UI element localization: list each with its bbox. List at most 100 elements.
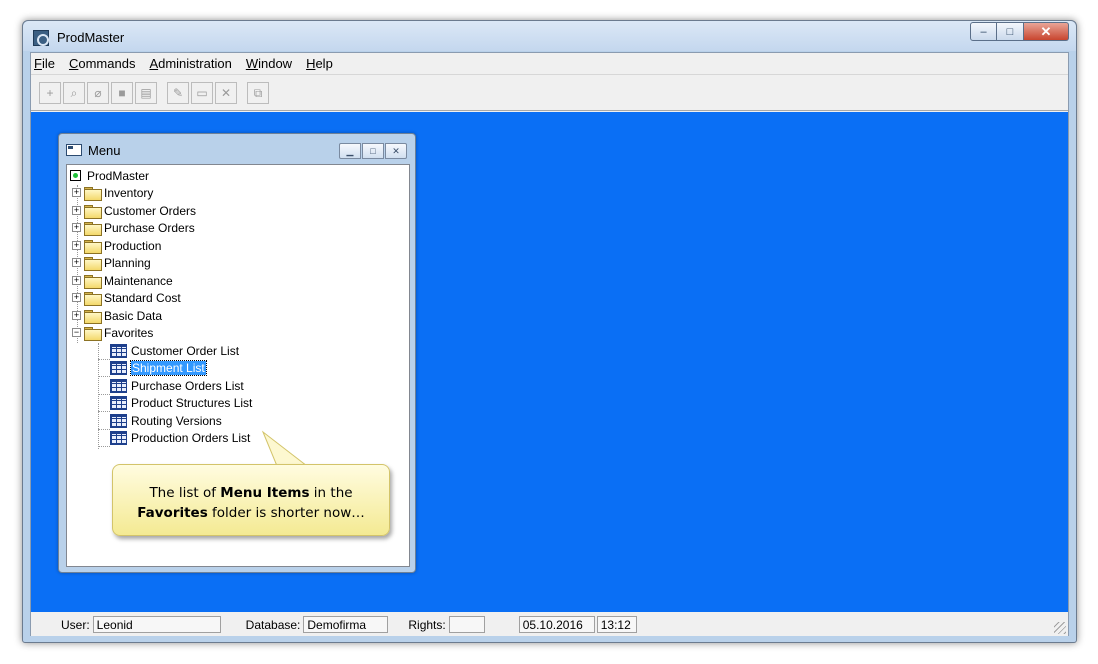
callout-text: in the: [309, 485, 353, 501]
time-value: 13:12: [596, 616, 637, 633]
toolbar: + ⌕ ⌀ ■ ▤ ✎ ▭ ✕ ⧉: [31, 76, 1068, 111]
status-bar: User: Leonid Database: Demofirma Rights:…: [31, 613, 1068, 636]
menu-window-title-bar[interactable]: Menu ▁ □ ✕: [59, 134, 415, 164]
tree-leaf-selected[interactable]: Shipment List: [110, 359, 207, 376]
user-value: Leonid: [92, 616, 221, 633]
tree-connector: [98, 429, 110, 430]
menu-window-title: Menu: [88, 143, 121, 158]
tree-folder[interactable]: + Maintenance: [72, 272, 173, 289]
leaf-label: Purchase Orders List: [131, 378, 244, 393]
binoculars-icon[interactable]: ⌕: [63, 82, 85, 104]
leaf-label: Production Orders List: [131, 430, 251, 445]
leaf-label: Product Structures List: [131, 395, 253, 410]
callout-text: The list of: [149, 485, 221, 501]
menu-help[interactable]: Help: [306, 56, 333, 71]
expand-icon[interactable]: +: [72, 258, 81, 267]
folder-icon: [84, 309, 102, 324]
expand-icon[interactable]: +: [72, 276, 81, 285]
callout-line-1: The list of Menu Items in the: [113, 483, 389, 503]
folder-label: Standard Cost: [104, 290, 181, 305]
tree-connector: [98, 394, 110, 395]
menu-window-controls: ▁ □ ✕: [338, 143, 407, 159]
window-controls: – □ ✕: [970, 22, 1069, 41]
tree-folder[interactable]: + Purchase Orders: [72, 219, 195, 236]
folder-label: Production: [104, 238, 162, 253]
menu-maximize-button[interactable]: □: [362, 143, 384, 159]
user-label: User:: [61, 617, 90, 632]
folder-icon[interactable]: ▭: [191, 82, 213, 104]
leaf-label: Shipment List: [130, 359, 207, 376]
window-icon: [66, 144, 82, 156]
folder-icon: [84, 186, 102, 201]
menu-close-button[interactable]: ✕: [385, 143, 407, 159]
close-button[interactable]: ✕: [1024, 22, 1069, 41]
app-icon[interactable]: [33, 30, 49, 46]
tree-leaf[interactable]: Product Structures List: [110, 394, 252, 411]
database-label: Database:: [245, 617, 301, 632]
tree-leaf[interactable]: Purchase Orders List: [110, 377, 244, 394]
list-icon: [110, 378, 127, 393]
menu-minimize-button[interactable]: ▁: [339, 143, 361, 159]
menu-commands[interactable]: Commands: [69, 56, 135, 71]
copy-icon[interactable]: ⧉: [247, 82, 269, 104]
delete-icon[interactable]: ✕: [215, 82, 237, 104]
open-folder-icon: [84, 326, 102, 341]
add-icon[interactable]: +: [39, 82, 61, 104]
expand-icon[interactable]: +: [72, 241, 81, 250]
list-icon: [110, 343, 127, 358]
tree-folder-favorites[interactable]: − Favorites: [72, 324, 153, 341]
tree-connector: [98, 411, 110, 412]
tree-root[interactable]: ProdMaster: [70, 167, 149, 184]
folder-icon: [84, 204, 102, 219]
maximize-button[interactable]: □: [997, 22, 1024, 41]
eraser-icon[interactable]: ⌀: [87, 82, 109, 104]
minimize-button[interactable]: –: [970, 22, 997, 41]
callout-text: folder is shorter now…: [207, 505, 365, 521]
tree-folder[interactable]: + Standard Cost: [72, 289, 181, 306]
menu-bar: File Commands Administration Window Help: [31, 53, 1068, 75]
tree-leaf[interactable]: Customer Order List: [110, 342, 239, 359]
tree-connector: [98, 359, 110, 360]
window-title: ProdMaster: [57, 30, 125, 45]
stop-icon[interactable]: ■: [111, 82, 133, 104]
expand-icon[interactable]: +: [72, 188, 81, 197]
collapse-icon[interactable]: −: [72, 328, 81, 337]
menu-administration[interactable]: Administration: [149, 56, 231, 71]
folder-label: Planning: [104, 255, 151, 270]
tree-folder[interactable]: + Basic Data: [72, 307, 162, 324]
tree-connector: [98, 376, 110, 377]
folder-icon: [84, 239, 102, 254]
folder-icon: [84, 256, 102, 271]
tree-connector: [98, 446, 110, 447]
new-folder-icon[interactable]: ✎: [167, 82, 189, 104]
expand-icon[interactable]: +: [72, 311, 81, 320]
folder-label: Maintenance: [104, 273, 173, 288]
list-icon: [110, 395, 127, 410]
root-icon: [70, 170, 81, 181]
tree-folder[interactable]: + Inventory: [72, 184, 153, 201]
tree-folder[interactable]: + Production: [72, 237, 161, 254]
menu-file[interactable]: File: [34, 56, 55, 71]
folder-icon: [84, 274, 102, 289]
expand-icon[interactable]: +: [72, 206, 81, 215]
app-window: ProdMaster – □ ✕ File Commands Administr…: [22, 20, 1077, 643]
title-bar[interactable]: ProdMaster – □ ✕: [23, 21, 1076, 51]
callout-bold: Menu Items: [220, 485, 310, 501]
tree-folder[interactable]: + Customer Orders: [72, 202, 196, 219]
tree-folder[interactable]: + Planning: [72, 254, 151, 271]
tree-leaf[interactable]: Production Orders List: [110, 429, 250, 446]
list-icon: [110, 413, 127, 428]
rights-label: Rights:: [408, 617, 446, 632]
rights-value: [448, 616, 485, 633]
expand-icon[interactable]: +: [72, 223, 81, 232]
folder-icon: [84, 221, 102, 236]
tree-leaf[interactable]: Routing Versions: [110, 412, 222, 429]
callout-line-2: Favorites folder is shorter now…: [113, 503, 389, 523]
leaf-label: Customer Order List: [131, 343, 240, 358]
document-icon[interactable]: ▤: [135, 82, 157, 104]
resize-grip[interactable]: [1054, 622, 1066, 634]
folder-label: Inventory: [104, 185, 154, 200]
expand-icon[interactable]: +: [72, 293, 81, 302]
list-icon: [110, 360, 127, 375]
menu-window[interactable]: Window: [246, 56, 292, 71]
